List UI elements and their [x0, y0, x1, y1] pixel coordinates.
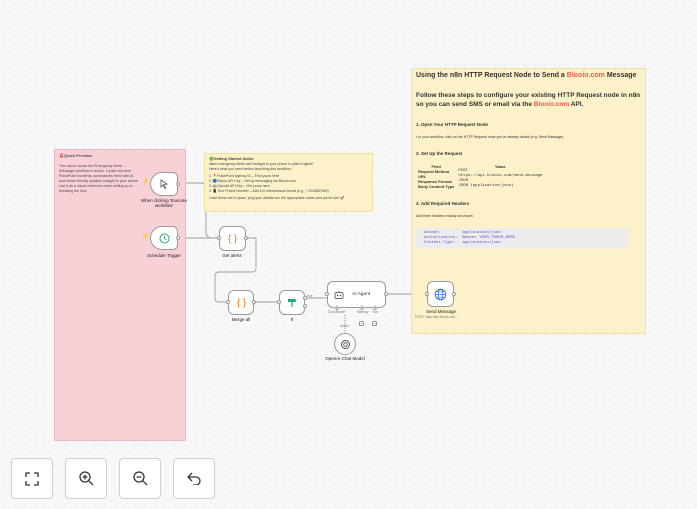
input-port[interactable] [226, 300, 230, 304]
send-message-subtitle: POST: https://api.blooio.com... [415, 315, 458, 319]
input-port[interactable] [325, 292, 329, 296]
input-port[interactable] [277, 300, 281, 304]
output-port-false[interactable] [303, 304, 307, 308]
step-1-title: 1. Open Your HTTP Request Node [416, 121, 489, 127]
undo-icon [186, 472, 201, 485]
step-2-title: 2. Set Up the Request [416, 150, 463, 156]
output-port[interactable] [452, 292, 456, 296]
zoom-out-button[interactable] [119, 458, 161, 499]
code-braces-icon: {} [226, 234, 238, 244]
manual-trigger-node[interactable] [150, 172, 178, 196]
openai-chat-model-node[interactable] [334, 333, 356, 355]
send-message-label: Send Message [425, 309, 457, 314]
add-tool-button[interactable]: + [372, 321, 377, 326]
output-port[interactable] [252, 300, 256, 304]
signpost-icon [288, 299, 297, 307]
schedule-trigger-label: Schedule Trigger [146, 253, 182, 258]
get-alerts-node[interactable]: {} [219, 226, 246, 251]
output-port[interactable] [176, 182, 180, 186]
output-port[interactable] [176, 236, 180, 240]
merge-all-label: Merge all [231, 317, 251, 322]
if-label: If [290, 317, 294, 322]
ai-agent-label: AI Agent [352, 292, 371, 297]
input-port[interactable] [425, 292, 429, 296]
chat-model-port-label: Chat Model* [328, 310, 346, 314]
output-port[interactable] [384, 292, 388, 296]
svg-text:{}: {} [226, 234, 238, 244]
svg-text:{}: {} [235, 298, 247, 308]
code-braces-icon: {} [235, 298, 247, 308]
trigger-bolt-icon: ⚡ [142, 179, 150, 185]
zoom-in-button[interactable] [65, 458, 107, 499]
memory-port-label: Memory [357, 310, 369, 314]
getting-started-line: Here's what you need before launching th… [209, 167, 292, 172]
cursor-icon [160, 179, 169, 189]
quick-preview-body: This visual shows the Emergency Alerts →… [59, 164, 139, 193]
headers-code-block: Accept: application/json Authorization: … [416, 227, 629, 249]
input-port[interactable] [217, 236, 221, 240]
trigger-bolt-icon: ⚡ [142, 234, 150, 240]
quick-preview-title: 🚨Quick Preview: [59, 153, 93, 158]
output-port[interactable] [244, 236, 248, 240]
robot-icon [334, 291, 344, 299]
send-message-node[interactable] [427, 281, 454, 307]
get-alerts-label: Get alerts [222, 253, 242, 258]
request-settings-table: Field Value Request Method POST URL https:/… [416, 164, 544, 189]
tool-port-label: Tool [372, 310, 378, 314]
schedule-trigger-node[interactable] [150, 226, 178, 250]
model-connection-label: Model [340, 324, 349, 328]
getting-started-line: Once these are in place, plug your detai… [209, 195, 345, 200]
clock-icon [159, 233, 169, 243]
table-row: Body Content Type JSON (application/json) [418, 183, 514, 189]
guide-subtitle: Follow these steps to configure your exi… [416, 92, 641, 109]
openai-chat-model-label: OpenAI Chat Model [325, 356, 365, 361]
merge-all-node[interactable]: {} [228, 290, 254, 315]
zoom-out-icon [132, 471, 147, 486]
openai-icon [340, 339, 350, 349]
globe-icon [434, 288, 447, 300]
fit-view-icon [25, 471, 39, 486]
guide-title: Using the n8n HTTP Request Node to Send … [416, 72, 637, 79]
step-1-body: • In your workflow, click on the HTTP Re… [416, 134, 565, 139]
ai-agent-node[interactable]: AI Agent [327, 281, 386, 308]
zoom-in-icon [78, 471, 93, 486]
step-3-title: 3. Add Required Headers [416, 200, 470, 206]
getting-started-line: 4. 📱Your Phone Number – Add it in intern… [209, 188, 329, 193]
manual-trigger-label: When clicking 'Execute workflow' [140, 198, 188, 208]
getting-started-note[interactable]: 🟢Getting Started Guide: Want emergency a… [204, 153, 373, 212]
add-memory-button[interactable]: + [359, 321, 364, 326]
if-node[interactable] [279, 290, 305, 315]
step-3-body: Add three headers exactly as shown: [416, 213, 474, 218]
if-true-label: true [307, 294, 313, 298]
fit-view-button[interactable] [11, 458, 53, 499]
undo-button[interactable] [173, 458, 215, 499]
